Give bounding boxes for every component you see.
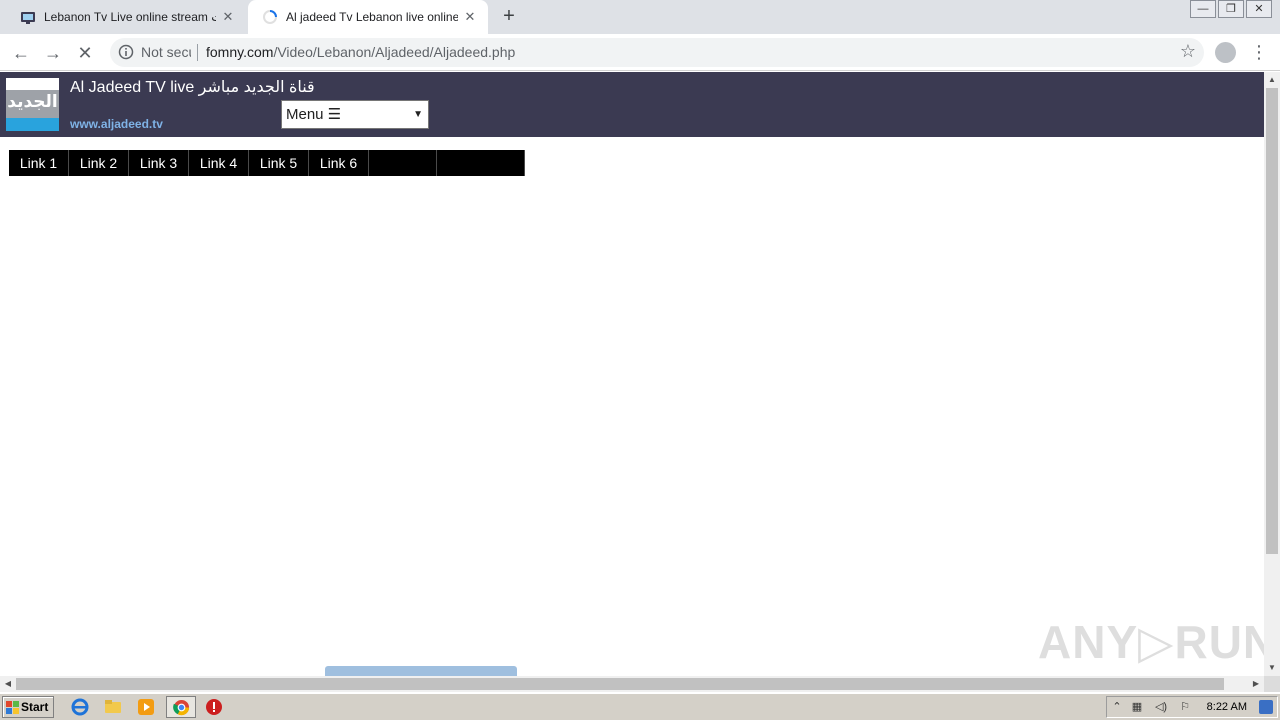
- browser-toolbar: ← → ✕ Not secure fomny.com/Video/Lebanon…: [0, 34, 1280, 71]
- menu-dropdown[interactable]: Menu ☰ ▼: [281, 100, 429, 129]
- close-tab-icon[interactable]: ✕: [220, 9, 236, 25]
- tv-icon: [21, 12, 35, 24]
- chrome-taskbar-button[interactable]: [166, 696, 196, 718]
- scroll-up-icon[interactable]: ▲: [1264, 72, 1280, 88]
- tab-al-jadeed[interactable]: Al jadeed Tv Lebanon live online stre ✕: [248, 0, 488, 34]
- forward-button[interactable]: →: [41, 41, 65, 65]
- stop-button[interactable]: ✕: [73, 41, 97, 65]
- link-7-button[interactable]: [369, 150, 437, 176]
- link-bar: Link 1 Link 2 Link 3 Link 4 Link 5 Link …: [9, 150, 525, 176]
- horizontal-scrollbar[interactable]: ◀ ▶: [0, 676, 1264, 692]
- start-label: Start: [21, 700, 49, 714]
- link-4-button[interactable]: Link 4: [189, 150, 249, 176]
- link-6-button[interactable]: Link 6: [309, 150, 369, 176]
- browser-menu-icon[interactable]: ⋮: [1250, 40, 1268, 64]
- start-button[interactable]: Start: [2, 696, 54, 718]
- windows-logo-icon: [6, 701, 19, 714]
- url-host: fomny.com: [206, 44, 274, 60]
- chrome-icon: [173, 699, 190, 716]
- tab-title: Al jadeed Tv Lebanon live online stre: [286, 10, 458, 24]
- link-2-button[interactable]: Link 2: [69, 150, 129, 176]
- anyrun-watermark: ANY▷RUN: [1038, 616, 1278, 668]
- close-tab-icon[interactable]: ✕: [462, 9, 478, 25]
- minimize-button[interactable]: —: [1190, 0, 1216, 18]
- tab-title: Lebanon Tv Live online stream شاشات: [44, 10, 216, 24]
- restore-button[interactable]: ❐: [1218, 0, 1244, 18]
- bookmark-star-icon[interactable]: ☆: [1180, 41, 1196, 62]
- security-label[interactable]: Not secure: [141, 44, 191, 60]
- chevron-down-icon: ▼: [413, 109, 423, 120]
- url-text[interactable]: fomny.com/Video/Lebanon/Aljadeed/Aljadee…: [206, 44, 515, 60]
- close-window-button[interactable]: ✕: [1246, 0, 1272, 18]
- vertical-scroll-thumb[interactable]: [1266, 88, 1278, 554]
- link-5-button[interactable]: Link 5: [249, 150, 309, 176]
- action-center-flag-icon[interactable]: ⚐: [1178, 700, 1192, 714]
- link-3-button[interactable]: Link 3: [129, 150, 189, 176]
- address-bar[interactable]: Not secure fomny.com/Video/Lebanon/Aljad…: [110, 38, 1204, 67]
- link-1-button[interactable]: Link 1: [9, 150, 69, 176]
- scrollbar-corner: [1264, 676, 1280, 692]
- scroll-down-icon[interactable]: ▼: [1264, 660, 1280, 676]
- url-path: /Video/Lebanon/Aljadeed/Aljadeed.php: [273, 44, 516, 60]
- logo-text: الجديد: [7, 92, 58, 112]
- page-title: Al Jadeed TV live قناة الجديد مباشر: [70, 79, 315, 96]
- file-explorer-icon[interactable]: [104, 698, 122, 716]
- show-desktop-icon[interactable]: [1259, 700, 1273, 714]
- system-tray: ⌃ ▦ ◁) ⚐ 8:22 AM: [1106, 696, 1278, 718]
- volume-icon[interactable]: ◁): [1154, 700, 1168, 714]
- network-icon[interactable]: ▦: [1130, 700, 1144, 714]
- tab-lebanon-tv[interactable]: Lebanon Tv Live online stream شاشات ✕: [8, 0, 246, 34]
- profile-avatar-icon[interactable]: [1215, 42, 1236, 63]
- media-player-icon[interactable]: [137, 698, 155, 716]
- window-controls: — ❐ ✕: [1188, 0, 1272, 18]
- scroll-right-icon[interactable]: ▶: [1248, 676, 1264, 692]
- new-tab-button[interactable]: +: [498, 5, 520, 27]
- al-jadeed-logo[interactable]: الجديد: [6, 78, 59, 131]
- back-button[interactable]: ←: [9, 41, 33, 65]
- link-8-button[interactable]: [437, 150, 525, 176]
- scroll-left-icon[interactable]: ◀: [0, 676, 16, 692]
- vertical-scrollbar[interactable]: ▲ ▼: [1264, 72, 1280, 676]
- site-header: الجديد Al Jadeed TV live قناة الجديد مبا…: [0, 72, 1264, 137]
- taskbar-clock[interactable]: 8:22 AM: [1207, 701, 1247, 713]
- horizontal-scroll-thumb[interactable]: [16, 678, 1224, 690]
- stop-sign-icon[interactable]: [205, 698, 223, 716]
- info-icon[interactable]: [118, 44, 134, 60]
- tab-strip: Lebanon Tv Live online stream شاشات ✕ Al…: [0, 0, 1280, 34]
- show-hidden-icons-icon[interactable]: ⌃: [1110, 700, 1124, 714]
- loading-spinner-icon: [263, 10, 277, 24]
- internet-explorer-icon[interactable]: [71, 698, 89, 716]
- site-url-link[interactable]: www.aljadeed.tv: [70, 117, 163, 131]
- address-separator: [197, 44, 198, 61]
- taskbar: Start ⌃ ▦ ◁) ⚐ 8:22 AM: [0, 693, 1280, 720]
- menu-dropdown-label: Menu ☰: [286, 106, 342, 123]
